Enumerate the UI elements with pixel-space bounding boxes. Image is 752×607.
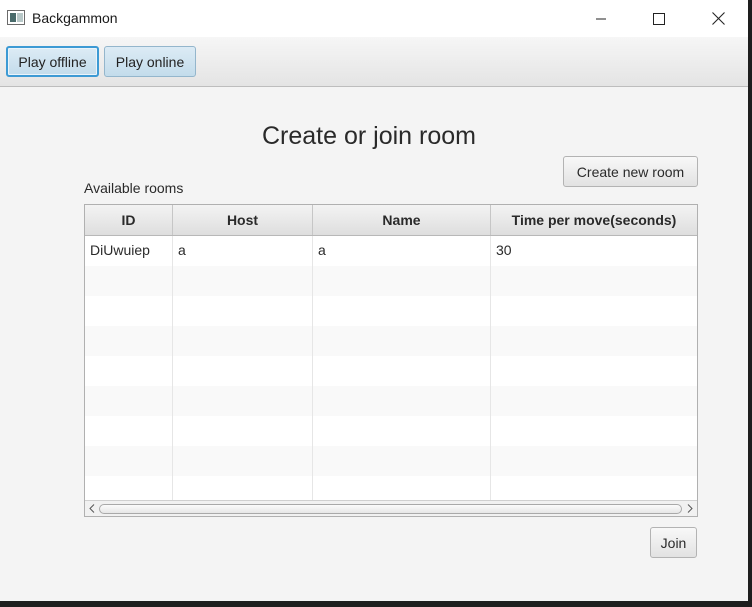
cell-id xyxy=(85,356,173,386)
create-new-room-button[interactable]: Create new room xyxy=(563,156,698,187)
cell-time-per-move xyxy=(491,266,697,296)
join-button[interactable]: Join xyxy=(650,527,697,558)
available-rooms-label: Available rooms xyxy=(84,180,184,196)
cell-time-per-move xyxy=(491,296,697,326)
table-row[interactable] xyxy=(85,356,697,386)
play-offline-button[interactable]: Play offline xyxy=(6,46,99,77)
cell-name xyxy=(313,416,491,446)
cell-name xyxy=(313,446,491,476)
close-button[interactable] xyxy=(689,0,747,37)
column-header-name[interactable]: Name xyxy=(313,205,491,235)
cell-id: DiUwuiep xyxy=(85,236,173,266)
column-header-id[interactable]: ID xyxy=(85,205,173,235)
play-online-button[interactable]: Play online xyxy=(104,46,196,77)
minimize-icon xyxy=(596,18,606,19)
cell-host: a xyxy=(173,236,313,266)
cell-time-per-move: 30 xyxy=(496,242,512,258)
table-row[interactable] xyxy=(85,296,697,326)
chevron-right-icon xyxy=(687,504,693,513)
window-title: Backgammon xyxy=(32,10,118,26)
cell-name xyxy=(313,386,491,416)
table-row[interactable] xyxy=(85,266,697,296)
app-icon xyxy=(7,10,25,25)
scroll-left-button[interactable] xyxy=(85,501,99,516)
cell-id xyxy=(85,326,173,356)
table-row[interactable] xyxy=(85,386,697,416)
cell-host xyxy=(173,416,313,446)
cell-host xyxy=(173,446,313,476)
table-row[interactable] xyxy=(85,446,697,476)
cell-time-per-move xyxy=(491,446,697,476)
cell-id xyxy=(85,386,173,416)
cell-time-per-move xyxy=(491,356,697,386)
cell-time-per-move xyxy=(491,386,697,416)
cell-time-per-move xyxy=(491,416,697,446)
cell-host xyxy=(173,326,313,356)
cell-id xyxy=(85,446,173,476)
cell-id xyxy=(85,296,173,326)
column-header-time-per-move[interactable]: Time per move(seconds) xyxy=(491,205,697,235)
table-body: DiUwuiep a a 30 xyxy=(85,236,697,506)
minimize-button[interactable] xyxy=(572,0,630,37)
horizontal-scrollbar[interactable] xyxy=(85,500,697,516)
toolbar: Play offline Play online xyxy=(0,37,748,87)
cell-host xyxy=(173,296,313,326)
chevron-left-icon xyxy=(89,504,95,513)
scroll-right-button[interactable] xyxy=(683,501,697,516)
column-header-host[interactable]: Host xyxy=(173,205,313,235)
app-window: Backgammon Play offline Play online Crea… xyxy=(0,0,748,601)
cell-name xyxy=(313,356,491,386)
cell-id xyxy=(85,266,173,296)
close-icon xyxy=(711,12,725,25)
scrollbar-thumb[interactable] xyxy=(99,504,682,514)
table-header: ID Host Name Time per move(seconds) xyxy=(85,205,697,236)
cell-host xyxy=(173,356,313,386)
maximize-button[interactable] xyxy=(630,0,688,37)
cell-name: a xyxy=(313,236,491,266)
table-row[interactable] xyxy=(85,416,697,446)
rooms-table: ID Host Name Time per move(seconds) DiUw… xyxy=(84,204,698,517)
cell-name xyxy=(313,266,491,296)
cell-host xyxy=(173,266,313,296)
maximize-icon xyxy=(653,12,665,25)
cell-name xyxy=(313,296,491,326)
cell-id xyxy=(85,416,173,446)
table-row[interactable]: DiUwuiep a a 30 xyxy=(85,236,697,266)
cell-time-per-move xyxy=(491,326,697,356)
table-row[interactable] xyxy=(85,326,697,356)
title-bar[interactable]: Backgammon xyxy=(0,0,748,37)
cell-host xyxy=(173,386,313,416)
cell-name xyxy=(313,326,491,356)
page-title: Create or join room xyxy=(262,122,476,150)
